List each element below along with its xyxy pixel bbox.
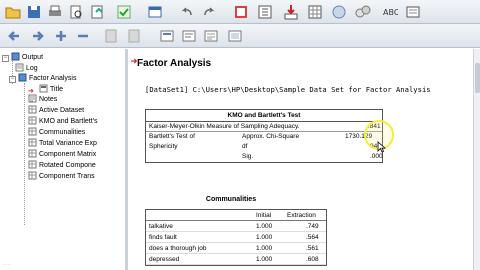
tree-item-output[interactable]: − Output [2,52,43,63]
tree-item-factor-analysis[interactable]: − Factor Analysis [9,73,76,84]
table-icon [28,138,37,147]
expand-plus-icon[interactable] [52,27,70,45]
table-row: does a thorough job 1.000 .561 [146,243,326,254]
table-row: Bartlett's Test of Approx. Chi-Square 17… [146,132,382,142]
df-label: df [242,143,248,150]
notes-icon [28,94,37,103]
svg-text:ABC: ABC [383,8,398,17]
insert-text-icon[interactable] [202,27,220,45]
open-folder-icon[interactable] [4,3,22,21]
table-row: depressed 1.000 .608 [146,254,326,265]
table-row: talkative 1.000 .749 [146,221,326,232]
mouse-cursor-icon [377,141,386,153]
watermark: ····· [3,262,11,268]
collapse-toggle-icon[interactable]: − [9,76,16,83]
row-label: does a thorough job [149,245,207,252]
tree-item-active-dataset[interactable]: Active Dataset [28,105,84,116]
book-icon [18,73,27,82]
chi-square-label: Approx. Chi-Square [242,133,300,140]
bartlett-label-2: Sphericity [149,143,178,150]
cell-extraction: .749 [306,223,319,230]
export-icon[interactable] [88,3,106,21]
save-icon[interactable] [25,3,43,21]
show-icon[interactable] [102,27,120,45]
output-book-icon [11,52,20,61]
use-sets-icon[interactable] [354,3,372,21]
cell-initial: 1.000 [256,245,273,252]
tree-item-total-variance[interactable]: Total Variance Exp [28,138,97,149]
redo-icon[interactable] [200,3,218,21]
cell-initial: 1.000 [256,223,273,230]
cell-initial: 1.000 [256,234,273,241]
sig-label: Sig. [242,153,254,160]
vertical-scrollbar[interactable] [473,49,480,270]
insert-heading-icon[interactable] [158,27,176,45]
check-icon[interactable] [115,3,133,21]
collapse-toggle-icon[interactable]: − [2,55,9,62]
goto-variable-icon[interactable] [256,3,274,21]
forward-arrow-icon[interactable] [28,27,46,45]
undo-icon[interactable] [178,3,196,21]
table-row: Sphericity df 946 [146,142,382,152]
tree-item-component-transformation[interactable]: Component Trans [28,171,95,182]
table-row: finds fault 1.000 .564 [146,232,326,243]
log-icon [15,63,24,72]
table-icon [28,171,37,180]
dataset-line: [DataSet1] C:\Users\HP\Desktop\Sample Da… [145,85,431,94]
table-icon [28,105,37,114]
spell-check-icon[interactable]: ABC [380,3,398,21]
back-arrow-icon[interactable] [6,27,24,45]
table-row: Sig. .000 [146,152,383,162]
hide-icon[interactable] [125,27,143,45]
table-icon [28,149,37,158]
scrollbar-thumb[interactable] [475,63,480,93]
value-labels-icon[interactable] [331,3,349,21]
cell-extraction: .561 [306,245,319,252]
output-toolbar [0,24,480,48]
sig-value: .000 [370,153,383,160]
insert-image-icon[interactable] [226,27,244,45]
tree-item-communalities[interactable]: Communalities [28,127,85,138]
tree-item-component-matrix[interactable]: Component Matrix [28,149,96,160]
table-header: Initial Extraction [146,210,326,221]
page-title: Factor Analysis [137,58,212,69]
goto-case-icon[interactable] [232,3,250,21]
col-initial: Initial [256,212,272,219]
row-label: talkative [149,223,173,230]
designate-window-icon[interactable] [404,3,422,21]
cell-extraction: .564 [306,234,319,241]
row-label: finds fault [149,234,177,241]
table-row: Kaiser-Meyer-Olkin Measure of Sampling A… [146,122,382,132]
insert-cases-icon[interactable] [282,3,300,21]
tree-item-rotated-component[interactable]: Rotated Compone [28,160,96,171]
title-icon [39,84,48,93]
kmo-label: Kaiser-Meyer-Olkin Measure of Sampling A… [149,123,300,130]
kmo-table-title: KMO and Bartlett's Test [146,110,382,122]
collapse-minus-icon[interactable] [74,27,92,45]
table-icon [28,127,37,136]
tree-item-notes[interactable]: Notes [28,94,57,105]
tree-item-kmo[interactable]: KMO and Bartlett's [28,116,98,127]
variables-icon[interactable] [306,3,324,21]
cell-extraction: .608 [306,256,319,263]
table-icon [28,116,37,125]
kmo-table[interactable]: KMO and Bartlett's Test Kaiser-Meyer-Olk… [145,109,383,163]
communalities-title: Communalities [205,196,257,203]
print-preview-icon[interactable] [67,3,85,21]
outline-pane: − Output Log − Factor Analysis ➜ Title Note… [0,49,128,270]
row-label: depressed [149,256,180,263]
table-icon [28,160,37,169]
output-pane: ➜ Factor Analysis [DataSet1] C:\Users\HP… [131,49,473,270]
cell-initial: 1.000 [256,256,273,263]
col-extraction: Extraction [287,212,316,219]
dialog-recall-icon[interactable] [146,3,164,21]
bartlett-label: Bartlett's Test of [149,133,195,140]
print-icon[interactable] [46,3,64,21]
communalities-table[interactable]: Initial Extraction talkative 1.000 .749 … [145,209,327,266]
insert-title-icon[interactable] [180,27,198,45]
main-toolbar: ABC [0,0,480,24]
